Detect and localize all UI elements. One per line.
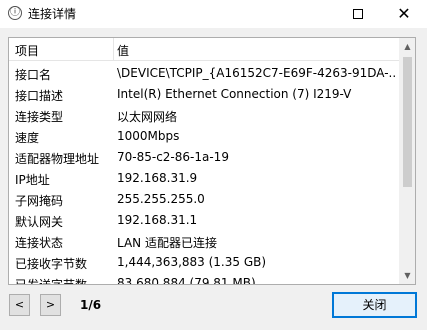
close-button[interactable]: 关闭 [332,292,417,318]
property-value: Intel(R) Ethernet Connection (7) I219-V [117,87,352,101]
info-icon: ⓘ [8,6,22,20]
table-row[interactable]: 默认网关 192.168.31.1 [9,210,399,230]
property-value: 1,444,363,883 (1.35 GB) [117,255,267,269]
page-indicator: 1/6 [80,298,102,312]
property-name: 接口描述 [15,89,64,103]
next-button[interactable]: > [40,294,61,316]
property-value: 255.255.255.0 [117,192,205,206]
property-value: 70-85-c2-86-1a-19 [117,150,229,164]
table-row[interactable]: 接口名 \DEVICE\TCPIP_{A16152C7-E69F-4263-91… [9,63,399,83]
property-name: 已接收字节数 [15,257,88,271]
scroll-thumb[interactable] [403,57,412,187]
table-row[interactable]: 速度 1000Mbps [9,126,399,146]
window-title: 连接详情 [28,7,77,21]
table-row[interactable]: 已发送字节数 83,680,884 (79.81 MB) [9,273,399,285]
property-value: LAN 适配器已连接 [117,236,217,250]
table-row[interactable]: IP地址 192.168.31.9 [9,168,399,188]
scroll-down-icon[interactable]: ▼ [399,267,415,284]
close-icon: ✕ [397,4,411,23]
property-name: 连接类型 [15,110,64,124]
property-value: 192.168.31.1 [117,213,198,227]
title-bar: ⓘ 连接详情 ✕ [0,0,427,28]
property-name: 子网掩码 [15,194,64,208]
window-close-button[interactable]: ✕ [381,0,427,28]
property-name: 连接状态 [15,236,64,250]
table-row[interactable]: 已接收字节数 1,444,363,883 (1.35 GB) [9,252,399,272]
property-name: 适配器物理地址 [15,152,100,166]
property-name: 默认网关 [15,215,64,229]
vertical-scrollbar[interactable]: ▲ ▼ [399,38,415,284]
property-value: 以太网网络 [117,110,178,124]
table-row[interactable]: 接口描述 Intel(R) Ethernet Connection (7) I2… [9,84,399,104]
property-name: IP地址 [15,173,50,187]
list-header: 项目 值 [9,38,399,61]
property-value: 1000Mbps [117,129,180,143]
column-divider[interactable] [113,38,114,60]
details-list[interactable]: 项目 值 接口名 \DEVICE\TCPIP_{A16152C7-E69F-42… [8,37,416,285]
property-value: 83,680,884 (79.81 MB) [117,276,256,285]
table-row[interactable]: 适配器物理地址 70-85-c2-86-1a-19 [9,147,399,167]
property-name: 速度 [15,131,40,145]
maximize-button[interactable] [335,0,381,28]
previous-button[interactable]: < [9,294,30,316]
column-header-value[interactable]: 值 [117,42,129,59]
property-value: 192.168.31.9 [117,171,198,185]
table-row[interactable]: 连接类型 以太网网络 [9,105,399,125]
property-name: 已发送字节数 [15,278,88,285]
property-name: 接口名 [15,68,52,82]
property-value: \DEVICE\TCPIP_{A16152C7-E69F-4263-91DA-.… [117,66,397,80]
column-header-item[interactable]: 项目 [15,42,39,59]
table-row[interactable]: 子网掩码 255.255.255.0 [9,189,399,209]
maximize-icon [353,9,363,19]
table-row[interactable]: 连接状态 LAN 适配器已连接 [9,231,399,251]
scroll-up-icon[interactable]: ▲ [399,38,415,55]
